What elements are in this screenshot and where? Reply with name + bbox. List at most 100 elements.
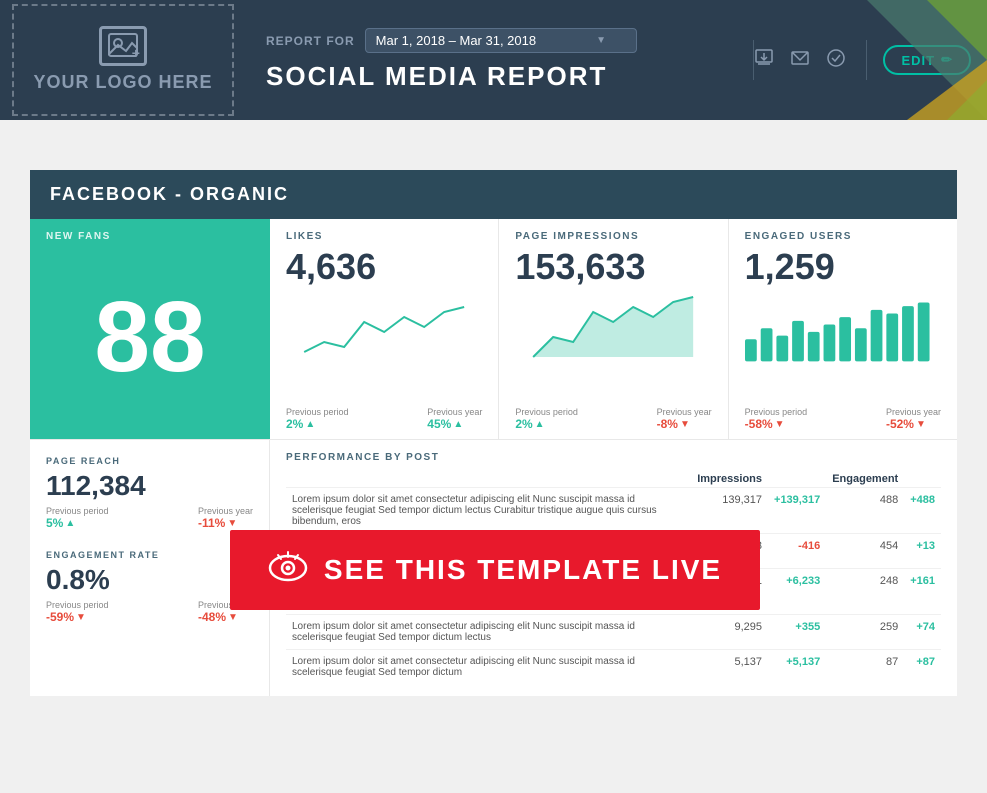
engagement-rate-prev-year-value: -48% ▼: [198, 610, 253, 624]
table-row: Lorem ipsum dolor sit amet consectetur a…: [286, 650, 941, 685]
logo-box: YOUR LOGO HERE: [12, 4, 234, 116]
engaged-prev-row: Previous period -58% ▼ Previous year -52…: [745, 407, 941, 431]
page-reach-prev-period: Previous period 5% ▲: [46, 506, 109, 530]
engagement-value: 259: [826, 615, 904, 650]
content-wrap: FACEBOOK - ORGANIC NEW FANS 88 LIKES 4,6…: [0, 170, 987, 696]
facebook-section-header: FACEBOOK - ORGANIC: [30, 170, 957, 219]
impressions-delta: +355: [768, 615, 826, 650]
impressions-delta: +139,317: [768, 488, 826, 534]
impressions-delta: -416: [768, 534, 826, 569]
edit-pencil-icon: ✏: [941, 52, 953, 68]
likes-prev-period-arrow: ▲: [305, 419, 315, 430]
engaged-prev-period-value: -58% ▼: [745, 417, 808, 431]
page-reach-block: PAGE REACH 112,384 Previous period 5% ▲ …: [46, 456, 253, 530]
engaged-users-label: ENGAGED USERS: [745, 231, 941, 242]
performance-table-header: Impressions Engagement: [286, 471, 941, 488]
email-icon[interactable]: [790, 48, 810, 73]
engaged-prev-year-value: -52% ▼: [886, 417, 941, 431]
logo-icon: [99, 26, 147, 66]
likes-prev-year: Previous year 45% ▲: [427, 407, 482, 431]
engagement-rate-value: 0.8%: [46, 564, 253, 596]
spacer: [0, 120, 987, 170]
engaged-prev-period: Previous period -58% ▼: [745, 407, 808, 431]
likes-column: LIKES 4,636 Previous period 2% ▲: [270, 219, 499, 439]
impressions-prev-period-arrow: ▲: [535, 419, 545, 430]
impressions-col-header: Impressions: [691, 471, 768, 488]
impressions-prev-year: Previous year -8% ▼: [657, 407, 712, 431]
header-right: [754, 48, 866, 73]
download-icon[interactable]: [754, 48, 774, 73]
likes-prev-row: Previous period 2% ▲ Previous year 45% ▲: [286, 407, 482, 431]
engagement-delta-col-header: [904, 471, 941, 488]
performance-label: PERFORMANCE BY POST: [286, 452, 941, 463]
impressions-delta: +6,233: [768, 569, 826, 615]
engagement-rate-prev-period: Previous period -59% ▼: [46, 600, 109, 624]
date-range-text: Mar 1, 2018 – Mar 31, 2018: [376, 33, 536, 48]
engagement-delta: +161: [904, 569, 941, 615]
impressions-prev-row: Previous period 2% ▲ Previous year -8% ▼: [515, 407, 711, 431]
impressions-value: 139,317: [691, 488, 768, 534]
engagement-value: 248: [826, 569, 904, 615]
likes-label: LIKES: [286, 231, 482, 242]
engagement-value: 488: [826, 488, 904, 534]
impressions-value: 5,137: [691, 650, 768, 685]
impressions-chart: [515, 292, 711, 403]
engagement-value: 87: [826, 650, 904, 685]
likes-prev-period-label: Previous period: [286, 407, 349, 417]
edit-label: EDIT: [901, 53, 935, 68]
check-circle-icon[interactable]: [826, 48, 846, 73]
post-text: Lorem ipsum dolor sit amet consectetur a…: [286, 650, 691, 685]
engagement-rate-block: ENGAGEMENT RATE 0.8% Previous period -59…: [46, 550, 253, 624]
date-dropdown[interactable]: Mar 1, 2018 – Mar 31, 2018 ▼: [365, 28, 637, 53]
chevron-down-icon: ▼: [596, 35, 606, 46]
report-for-row: REPORT FOR Mar 1, 2018 – Mar 31, 2018 ▼: [266, 28, 753, 53]
post-text: Lorem ipsum dolor sit amet consectetur a…: [286, 615, 691, 650]
facebook-section: FACEBOOK - ORGANIC NEW FANS 88 LIKES 4,6…: [30, 170, 957, 696]
stats-row: NEW FANS 88 LIKES 4,636 Previous period …: [30, 219, 957, 439]
impressions-prev-year-label: Previous year: [657, 407, 712, 417]
report-title: SOCIAL MEDIA REPORT: [266, 61, 753, 92]
impressions-prev-period-label: Previous period: [515, 407, 578, 417]
page-reach-prev-year-arrow: ▼: [227, 518, 237, 529]
engaged-prev-year: Previous year -52% ▼: [886, 407, 941, 431]
page-reach-prev-year-value: -11% ▼: [198, 516, 253, 530]
engagement-value: 454: [826, 534, 904, 569]
likes-prev-year-value: 45% ▲: [427, 417, 482, 431]
engaged-prev-period-arrow: ▼: [775, 419, 785, 430]
header: YOUR LOGO HERE REPORT FOR Mar 1, 2018 – …: [0, 0, 987, 120]
engagement-rate-prev-period-value: -59% ▼: [46, 610, 109, 624]
impressions-delta: +5,137: [768, 650, 826, 685]
impressions-prev-year-arrow: ▼: [680, 419, 690, 430]
likes-prev-year-label: Previous year: [427, 407, 482, 417]
header-center: REPORT FOR Mar 1, 2018 – Mar 31, 2018 ▼ …: [246, 28, 753, 92]
engaged-chart: [745, 292, 941, 403]
engagement-rate-prev-year-arrow: ▼: [228, 612, 238, 623]
page-impressions-label: PAGE IMPRESSIONS: [515, 231, 711, 242]
page-reach-value: 112,384: [46, 470, 253, 502]
report-for-label: REPORT FOR: [266, 34, 355, 48]
new-fans-box: NEW FANS 88: [30, 219, 270, 439]
likes-prev-period: Previous period 2% ▲: [286, 407, 349, 431]
engagement-rate-prev-period-label: Previous period: [46, 600, 109, 610]
page-reach-prev-period-value: 5% ▲: [46, 516, 109, 530]
logo-inner: YOUR LOGO HERE: [33, 26, 212, 94]
engaged-prev-year-arrow: ▼: [916, 419, 926, 430]
new-fans-label: NEW FANS: [46, 231, 254, 242]
engagement-delta: +488: [904, 488, 941, 534]
engagement-delta: +87: [904, 650, 941, 685]
likes-prev-year-arrow: ▲: [453, 419, 463, 430]
engagement-rate-prev-row: Previous period -59% ▼ Previous year -48…: [46, 600, 253, 624]
likes-prev-period-value: 2% ▲: [286, 417, 349, 431]
post-col-header: [286, 471, 691, 488]
new-fans-value: 88: [46, 246, 254, 427]
table-row: Lorem ipsum dolor sit amet consectetur a…: [286, 488, 941, 534]
impressions-prev-period: Previous period 2% ▲: [515, 407, 578, 431]
page-reach-label: PAGE REACH: [46, 456, 253, 466]
page-reach-prev-row: Previous period 5% ▲ Previous year -11% …: [46, 506, 253, 530]
table-row: Lorem ipsum dolor sit amet consectetur a…: [286, 615, 941, 650]
impressions-delta-col-header: [768, 471, 826, 488]
overlay-banner[interactable]: SEE THIS TEMPLATE LIVE: [230, 530, 760, 610]
page-impressions-column: PAGE IMPRESSIONS 153,633 Previous period…: [499, 219, 728, 439]
edit-button[interactable]: EDIT ✏: [883, 45, 971, 75]
impressions-prev-period-value: 2% ▲: [515, 417, 578, 431]
